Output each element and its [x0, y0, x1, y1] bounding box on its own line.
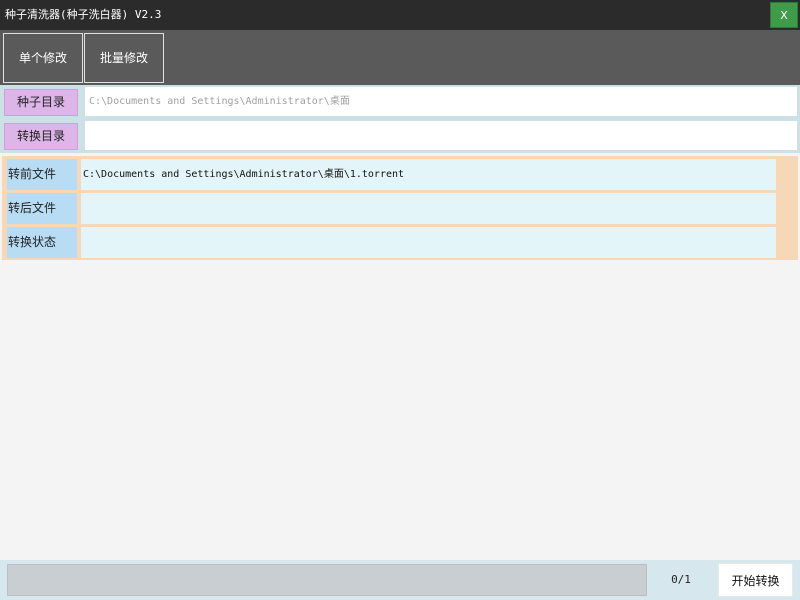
before-file-value: C:\Documents and Settings\Administrator\… [81, 159, 776, 190]
convert-status-row: 转换状态 [2, 227, 778, 258]
seed-directory-input[interactable] [85, 87, 797, 116]
convert-status-label: 转换状态 [7, 227, 77, 258]
seed-directory-row: 种子目录 [0, 85, 800, 119]
after-file-label: 转后文件 [7, 193, 77, 224]
tab-single-modify[interactable]: 单个修改 [3, 33, 83, 83]
window-title: 种子清洗器(种子洗白器) V2.3 [5, 8, 162, 21]
convert-directory-input[interactable] [85, 121, 797, 150]
file-info-panel: 转前文件 C:\Documents and Settings\Administr… [2, 156, 798, 260]
tab-bar: 单个修改 批量修改 [0, 30, 800, 85]
tab-batch-modify[interactable]: 批量修改 [84, 33, 164, 83]
start-convert-button[interactable]: 开始转换 [718, 563, 793, 597]
footer-bar: 0/1 开始转换 [0, 560, 800, 600]
convert-status-value [81, 227, 776, 258]
seed-directory-button[interactable]: 种子目录 [4, 89, 78, 116]
before-file-row: 转前文件 C:\Documents and Settings\Administr… [2, 159, 778, 190]
after-file-row: 转后文件 [2, 193, 778, 224]
convert-directory-button[interactable]: 转换目录 [4, 123, 78, 150]
close-button[interactable]: X [770, 2, 798, 28]
convert-directory-row: 转换目录 [0, 119, 800, 153]
before-file-label: 转前文件 [7, 159, 77, 190]
after-file-value [81, 193, 776, 224]
title-bar: 种子清洗器(种子洗白器) V2.3 X [0, 0, 800, 30]
progress-bar [7, 564, 647, 596]
file-count: 0/1 [671, 573, 691, 586]
